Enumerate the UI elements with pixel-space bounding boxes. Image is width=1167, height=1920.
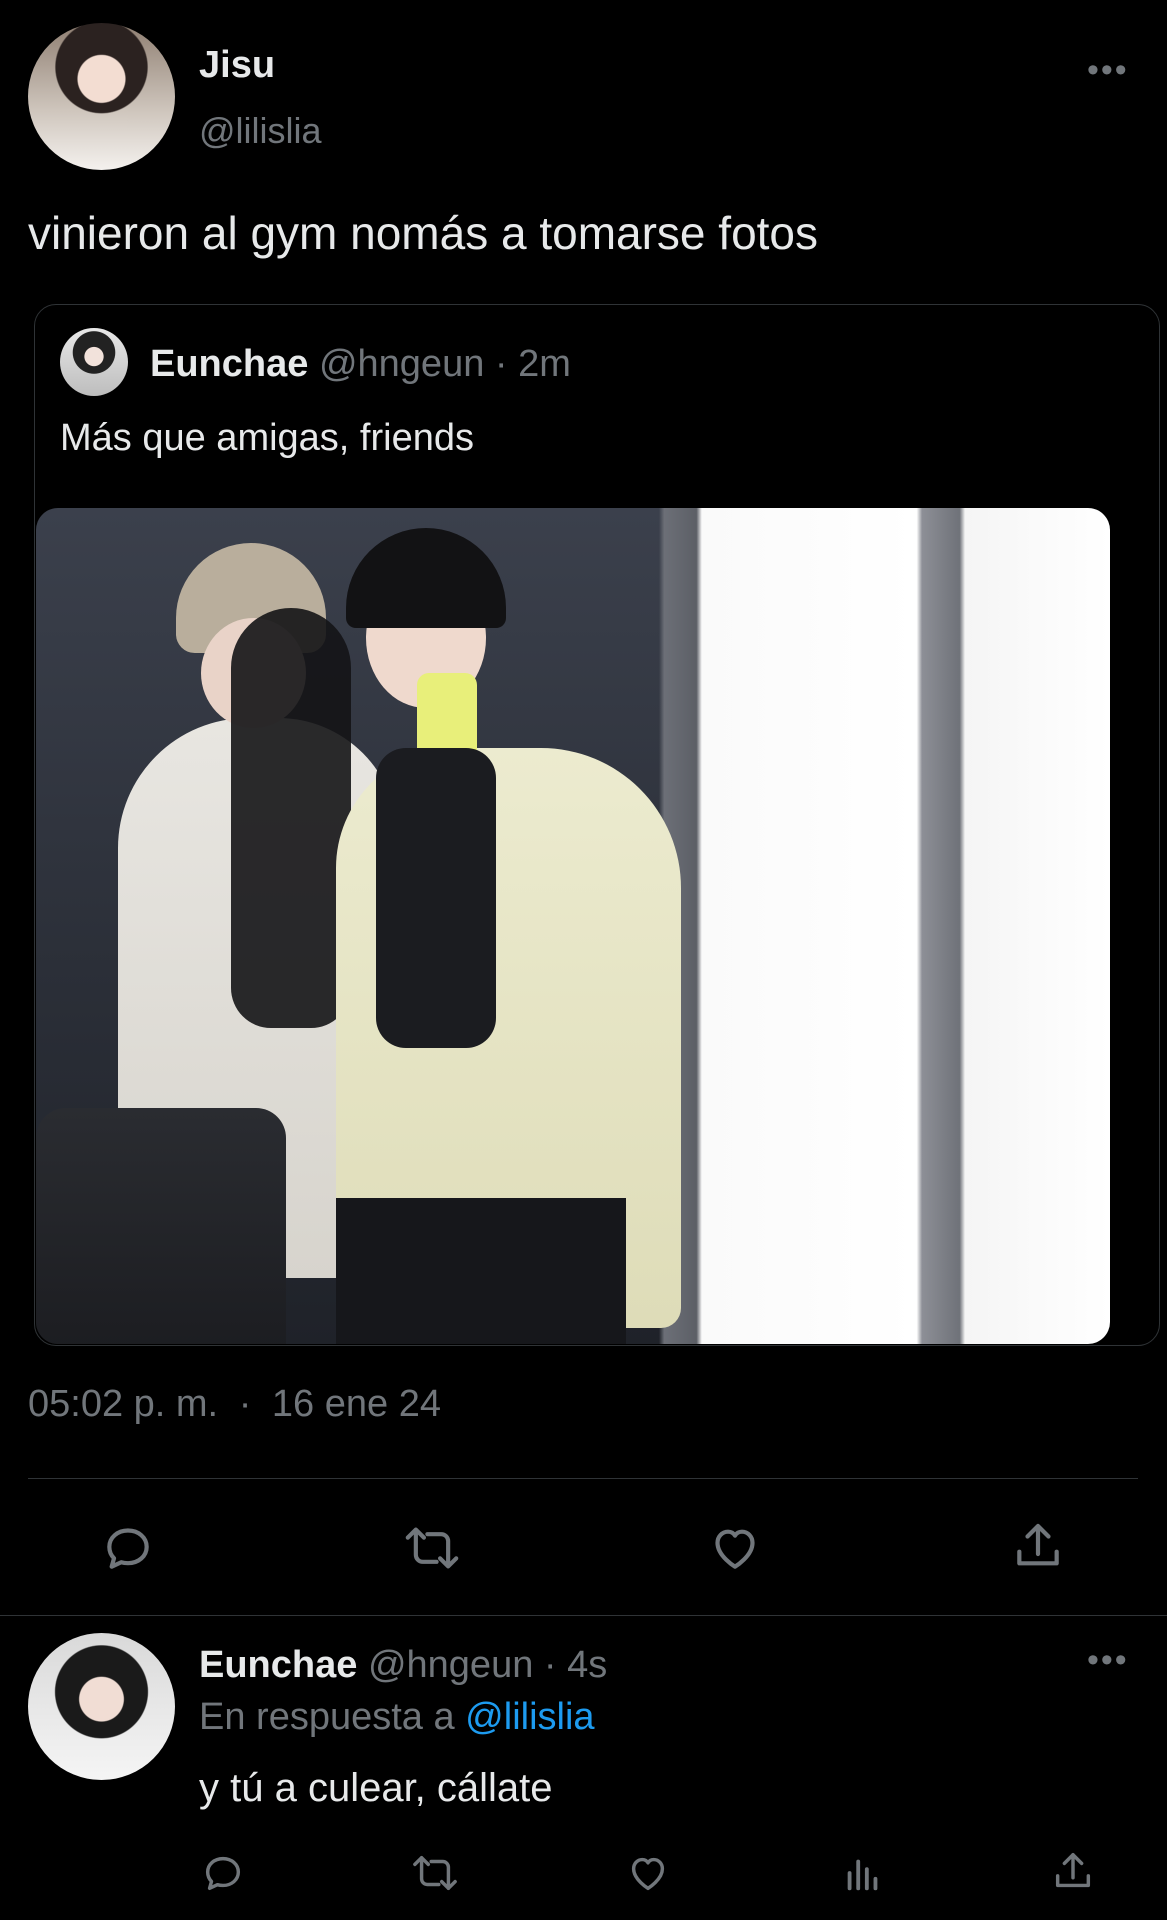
- main-tweet-divider: [28, 1478, 1138, 1479]
- reply-context: En respuesta a @lilislia: [199, 1696, 595, 1739]
- quoted-author-avatar: [60, 328, 128, 396]
- quoted-tweet-time: · 2m: [494, 343, 571, 385]
- in-reply-to-handle[interactable]: @lilislia: [465, 1696, 594, 1738]
- photo-chair: [36, 1108, 286, 1344]
- retweet-icon[interactable]: [402, 1520, 462, 1576]
- retweet-icon[interactable]: [410, 1850, 460, 1896]
- main-tweet-timestamp-row[interactable]: 05:02 p. m. · 16 ene 24: [28, 1383, 441, 1426]
- views-icon[interactable]: [840, 1850, 886, 1896]
- photo-hair-right: [346, 528, 506, 628]
- reply-icon[interactable]: [100, 1520, 156, 1576]
- photo-pants: [336, 1198, 626, 1344]
- reply-more-menu-icon[interactable]: •••: [1087, 1643, 1129, 1677]
- main-author-handle[interactable]: @lilislia: [199, 110, 322, 152]
- in-reply-to-label: En respuesta a: [199, 1696, 455, 1738]
- quoted-author-handle: @hngeun: [318, 343, 485, 385]
- photo-sleeve: [376, 748, 496, 1048]
- share-icon[interactable]: [1050, 1848, 1096, 1896]
- reply-time: · 4s: [543, 1644, 608, 1686]
- main-author-avatar[interactable]: [28, 23, 175, 170]
- main-more-menu-icon[interactable]: •••: [1087, 53, 1129, 87]
- like-icon[interactable]: [707, 1520, 763, 1576]
- quoted-author-name: Eunchae: [150, 343, 309, 385]
- quoted-tweet-text: Más que amigas, friends: [60, 417, 474, 459]
- share-icon[interactable]: [1010, 1518, 1066, 1576]
- reply-header: Eunchae @hngeun · 4s: [199, 1644, 607, 1687]
- thread-divider: [0, 1615, 1167, 1616]
- main-tweet-date: 16 ene 24: [271, 1383, 441, 1425]
- quoted-tweet-header: Eunchae @hngeun · 2m: [150, 343, 571, 386]
- reply-author-avatar[interactable]: [28, 1633, 175, 1780]
- reply-icon[interactable]: [200, 1850, 246, 1896]
- photo-hair-left: [231, 608, 351, 1028]
- reply-author-handle[interactable]: @hngeun: [368, 1644, 533, 1686]
- main-tweet-text: vinieron al gym nomás a tomarse fotos: [28, 207, 819, 259]
- reply-author-name[interactable]: Eunchae: [199, 1644, 357, 1686]
- main-author-name[interactable]: Jisu: [199, 44, 275, 87]
- timestamp-separator: ·: [238, 1383, 252, 1425]
- reply-text: y tú a culear, cállate: [199, 1766, 553, 1810]
- like-icon[interactable]: [625, 1850, 671, 1896]
- main-tweet-time: 05:02 p. m.: [28, 1383, 219, 1425]
- quoted-tweet-photo[interactable]: [36, 508, 1110, 1344]
